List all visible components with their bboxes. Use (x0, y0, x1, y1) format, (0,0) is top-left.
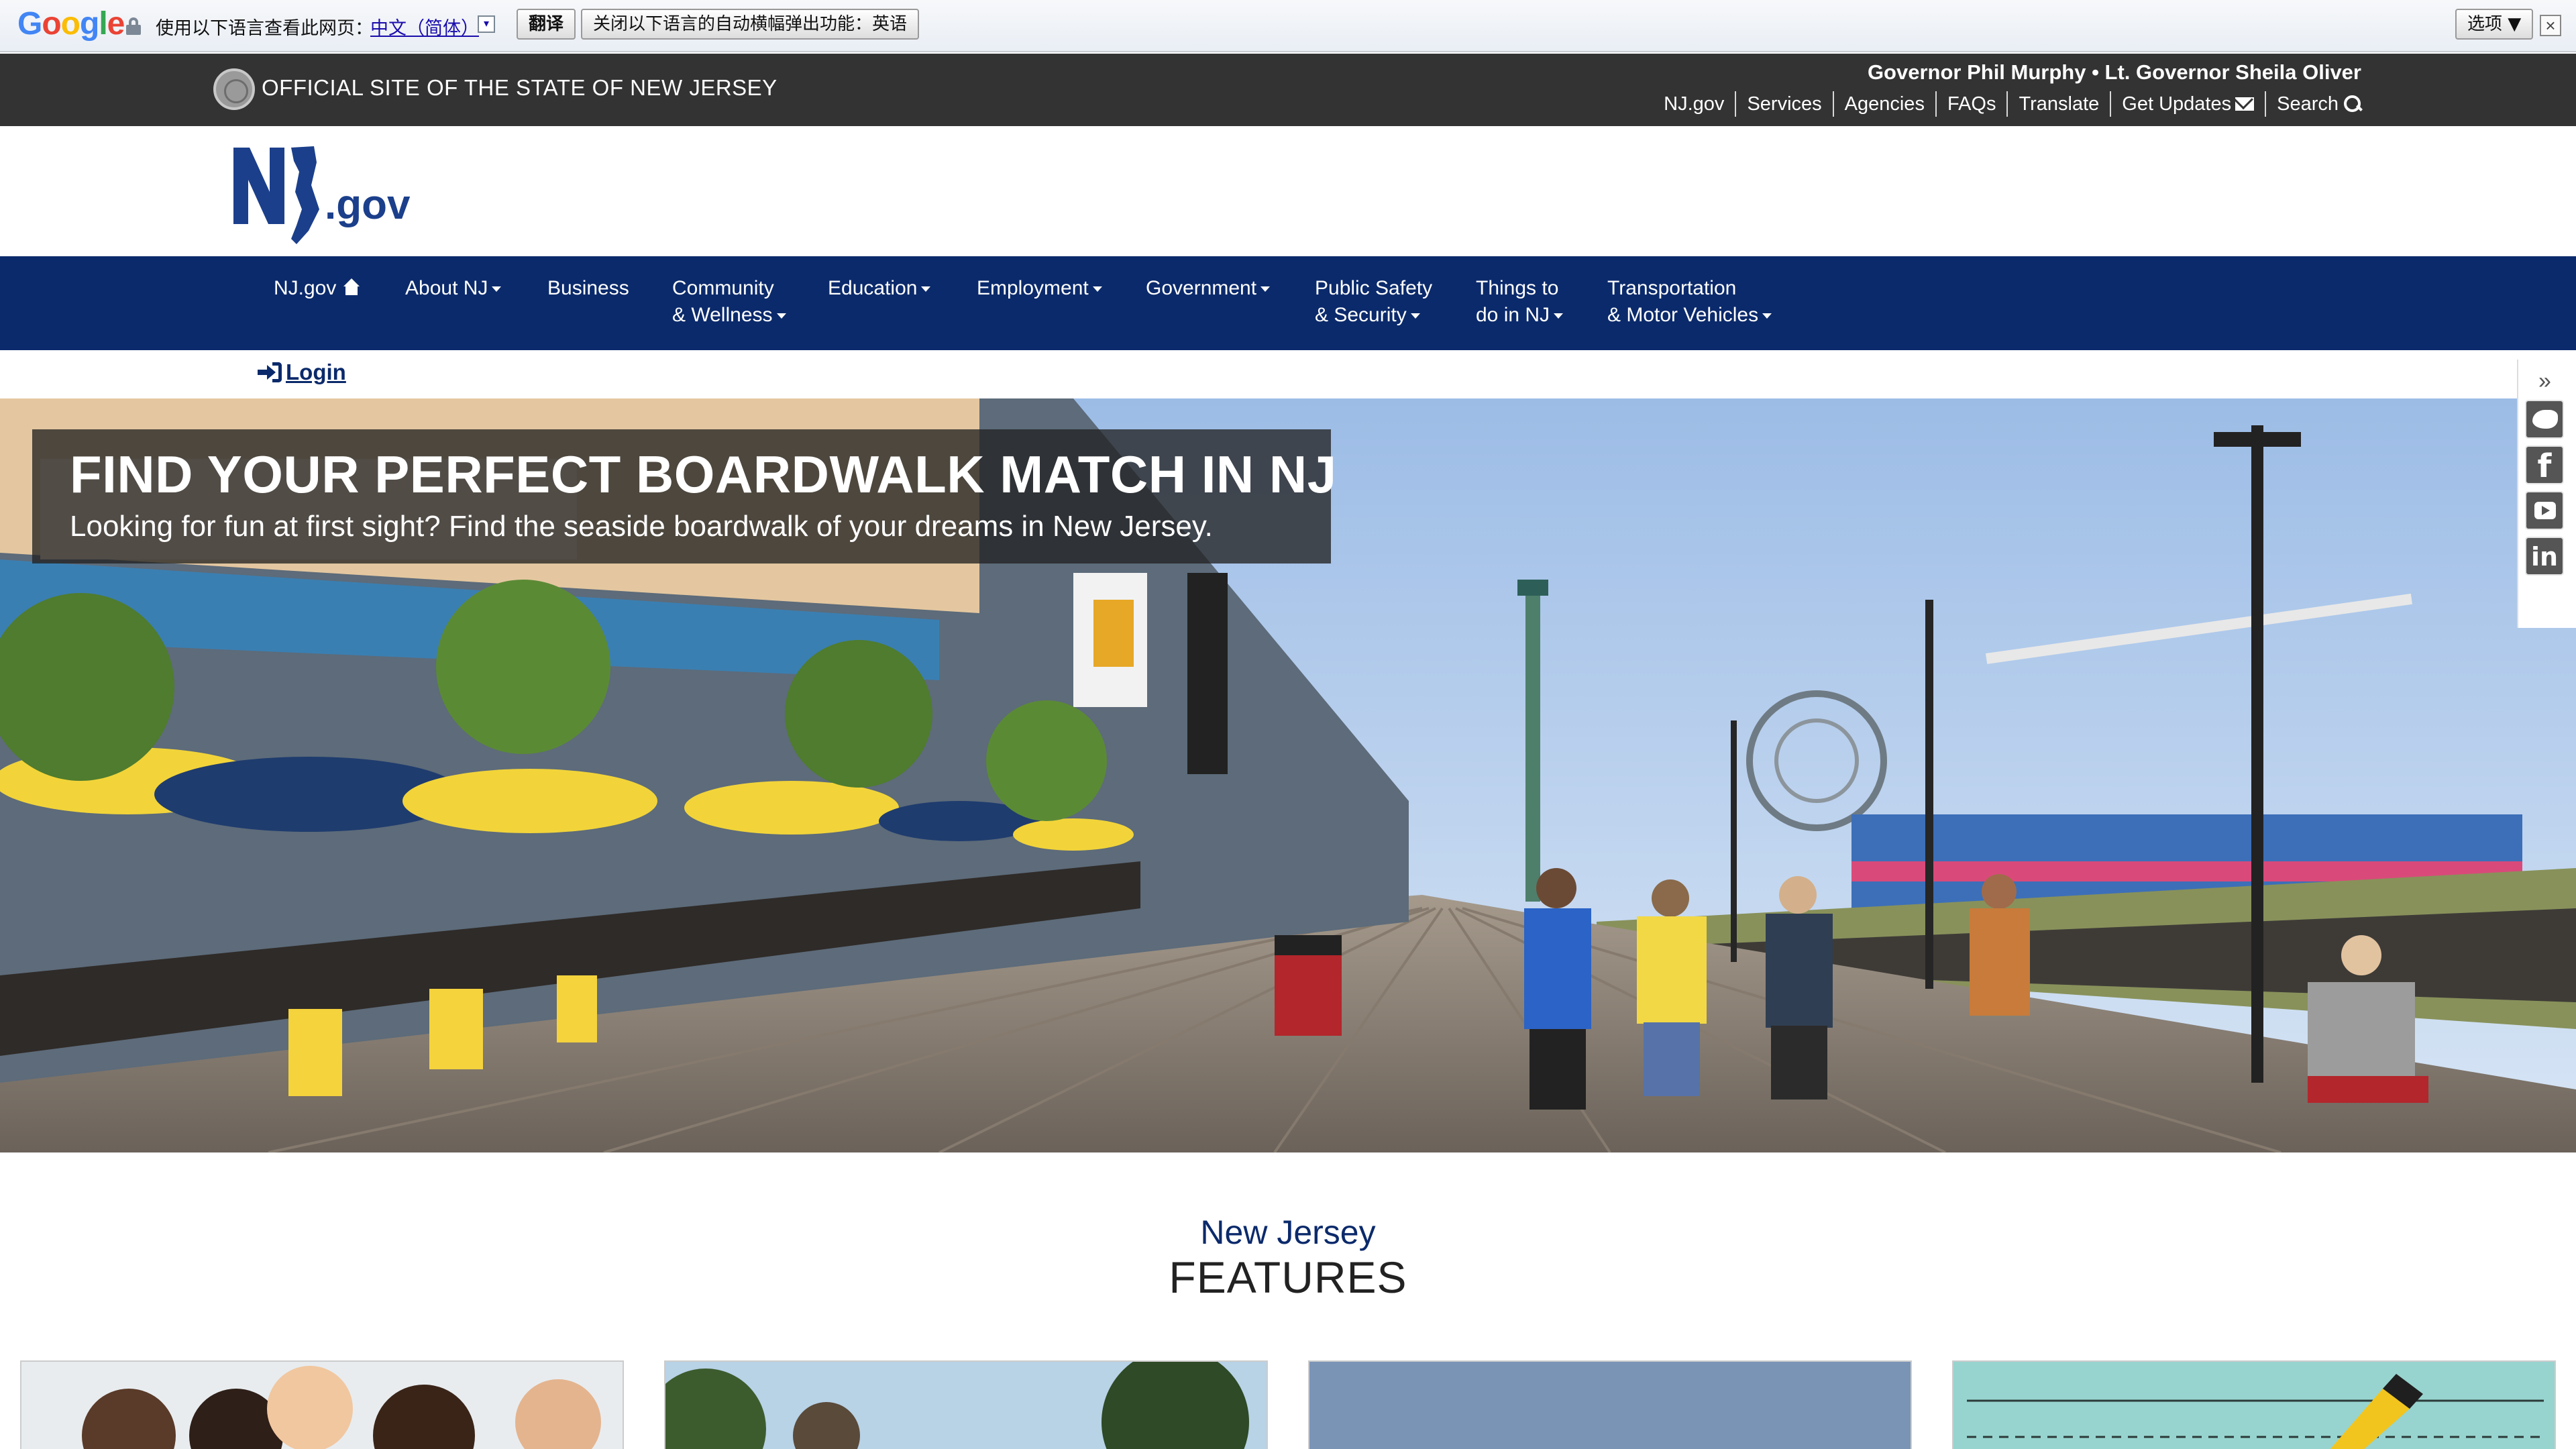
caret-down-icon (492, 286, 502, 292)
translate-language-select[interactable]: 中文（简体） (370, 13, 479, 40)
nav-item-employment[interactable]: Employment (977, 275, 1102, 302)
nav-item-njgov[interactable]: NJ.gov (274, 275, 362, 302)
hero-banner[interactable]: FIND YOUR PERFECT BOARDWALK MATCH IN NJ … (0, 398, 2576, 1152)
home-icon (341, 278, 362, 296)
nav-item-label: About NJ (405, 277, 488, 299)
nav-item-label: Transportation (1607, 277, 1737, 299)
nj-gov-logo[interactable]: .gov (229, 145, 431, 247)
nav-item-about-nj[interactable]: About NJ (405, 275, 502, 302)
state-seal-icon (213, 68, 255, 110)
features-title: FEATURES (1169, 1252, 1407, 1302)
utility-link-njgov[interactable]: NJ.gov (1653, 91, 1737, 117)
caret-down-icon (1260, 286, 1271, 292)
search-icon (2344, 95, 2361, 113)
never-translate-button[interactable]: 关闭以下语言的自动横幅弹出功能：英语 (581, 9, 920, 40)
nav-item-transportation[interactable]: Transportation & Motor Vehicles (1607, 275, 1772, 329)
caret-down-icon (1554, 313, 1564, 319)
caret-down-icon (1092, 286, 1102, 292)
close-icon[interactable]: × (2540, 15, 2561, 36)
caret-down-icon (1410, 313, 1420, 319)
utility-link-label: Translate (2019, 93, 2100, 115)
utility-link-label: Services (1747, 93, 1822, 115)
translate-prompt: 使用以下语言查看此网页： (156, 18, 373, 39)
governor-label: Governor Phil Murphy • Lt. Governor Shei… (1867, 60, 2361, 84)
translate-options-button[interactable]: 选项 ▼ (2455, 9, 2534, 40)
nav-item-label: Education (828, 277, 918, 299)
nav-item-things-to-do[interactable]: Things to do in NJ (1476, 275, 1564, 329)
feature-card-image (1309, 1362, 1911, 1449)
translate-button[interactable]: 翻译 (517, 9, 576, 40)
nav-item-government[interactable]: Government (1146, 275, 1271, 302)
feature-card-image (665, 1362, 1267, 1449)
dropdown-arrow-icon[interactable]: ▾ (478, 15, 495, 33)
nav-item-label: Public Safety (1315, 277, 1433, 299)
nav-item-community-wellness[interactable]: Community & Wellness (672, 275, 786, 329)
nav-item-business[interactable]: Business (547, 275, 629, 302)
feature-card-image (82, 1366, 601, 1449)
utility-link-label: FAQs (1947, 93, 1996, 115)
utility-link-agencies[interactable]: Agencies (1834, 91, 1937, 117)
login-label: Login (286, 360, 346, 384)
utility-link-label: NJ.gov (1664, 93, 1725, 115)
feature-card[interactable] (20, 1360, 624, 1449)
social-sidebar: » f in (2517, 360, 2576, 628)
utility-link-label: Search (2277, 93, 2339, 115)
utility-link-services[interactable]: Services (1736, 91, 1834, 117)
linkedin-icon[interactable]: in (2525, 537, 2564, 576)
youtube-icon[interactable] (2525, 491, 2564, 530)
utility-link-search[interactable]: Search (2266, 91, 2361, 117)
feature-card[interactable] (1952, 1360, 2556, 1449)
nav-item-label: NJ.gov (274, 277, 337, 299)
nav-item-label: Government (1146, 277, 1257, 299)
nav-item-label: Things to (1476, 277, 1559, 299)
nav-item-label-line2: & Security (1315, 304, 1407, 326)
nav-item-label-line2: & Wellness (672, 304, 773, 326)
hero-subtitle: Looking for fun at first sight? Find the… (70, 510, 1213, 543)
envelope-icon (2235, 97, 2255, 111)
nav-item-label-line2: & Motor Vehicles (1607, 304, 1759, 326)
state-bar: OFFICIAL SITE OF THE STATE OF NEW JERSEY… (0, 54, 2576, 126)
collapse-sidebar-icon[interactable]: » (2538, 368, 2551, 394)
nav-item-label-line2: do in NJ (1476, 304, 1550, 326)
login-link[interactable]: Login (258, 360, 346, 385)
nav-item-education[interactable]: Education (828, 275, 931, 302)
caret-down-icon (921, 286, 931, 292)
utility-link-label: Agencies (1844, 93, 1925, 115)
hero-title[interactable]: FIND YOUR PERFECT BOARDWALK MATCH IN NJ (70, 444, 1337, 505)
utility-link-faqs[interactable]: FAQs (1937, 91, 2008, 117)
facebook-icon[interactable]: f (2525, 445, 2564, 484)
utility-link-translate[interactable]: Translate (2008, 91, 2112, 117)
nav-item-label: Employment (977, 277, 1089, 299)
main-navigation: NJ.gov About NJ Business Community & Well… (0, 256, 2576, 350)
hero-caption-box: FIND YOUR PERFECT BOARDWALK MATCH IN NJ … (32, 429, 1336, 564)
nav-item-public-safety[interactable]: Public Safety & Security (1315, 275, 1432, 329)
feature-card[interactable] (664, 1360, 1268, 1449)
official-site-label: OFFICIAL SITE OF THE STATE OF NEW JERSEY (262, 75, 777, 100)
logo-suffix: .gov (325, 182, 411, 228)
utility-links: NJ.gov Services Agencies FAQs Translate … (1653, 91, 2361, 117)
utility-link-get-updates[interactable]: Get Updates (2111, 91, 2267, 117)
lock-icon (126, 17, 141, 35)
utility-link-label: Get Updates (2122, 93, 2232, 115)
twitter-icon[interactable] (2525, 400, 2564, 439)
translate-bar: Google 使用以下语言查看此网页： 中文（简体） ▾ 翻译 关闭以下语言的自… (0, 0, 2576, 52)
features-subtitle: New Jersey (1200, 1214, 1376, 1251)
feature-card-image (1953, 1362, 2555, 1449)
caret-down-icon (1762, 313, 1772, 319)
google-logo: Google (17, 6, 125, 42)
caret-down-icon (776, 313, 786, 319)
nav-item-label: Business (547, 277, 629, 299)
feature-card[interactable] (1308, 1360, 1912, 1449)
nav-item-label: Community (672, 277, 774, 299)
sign-in-icon (258, 362, 282, 382)
